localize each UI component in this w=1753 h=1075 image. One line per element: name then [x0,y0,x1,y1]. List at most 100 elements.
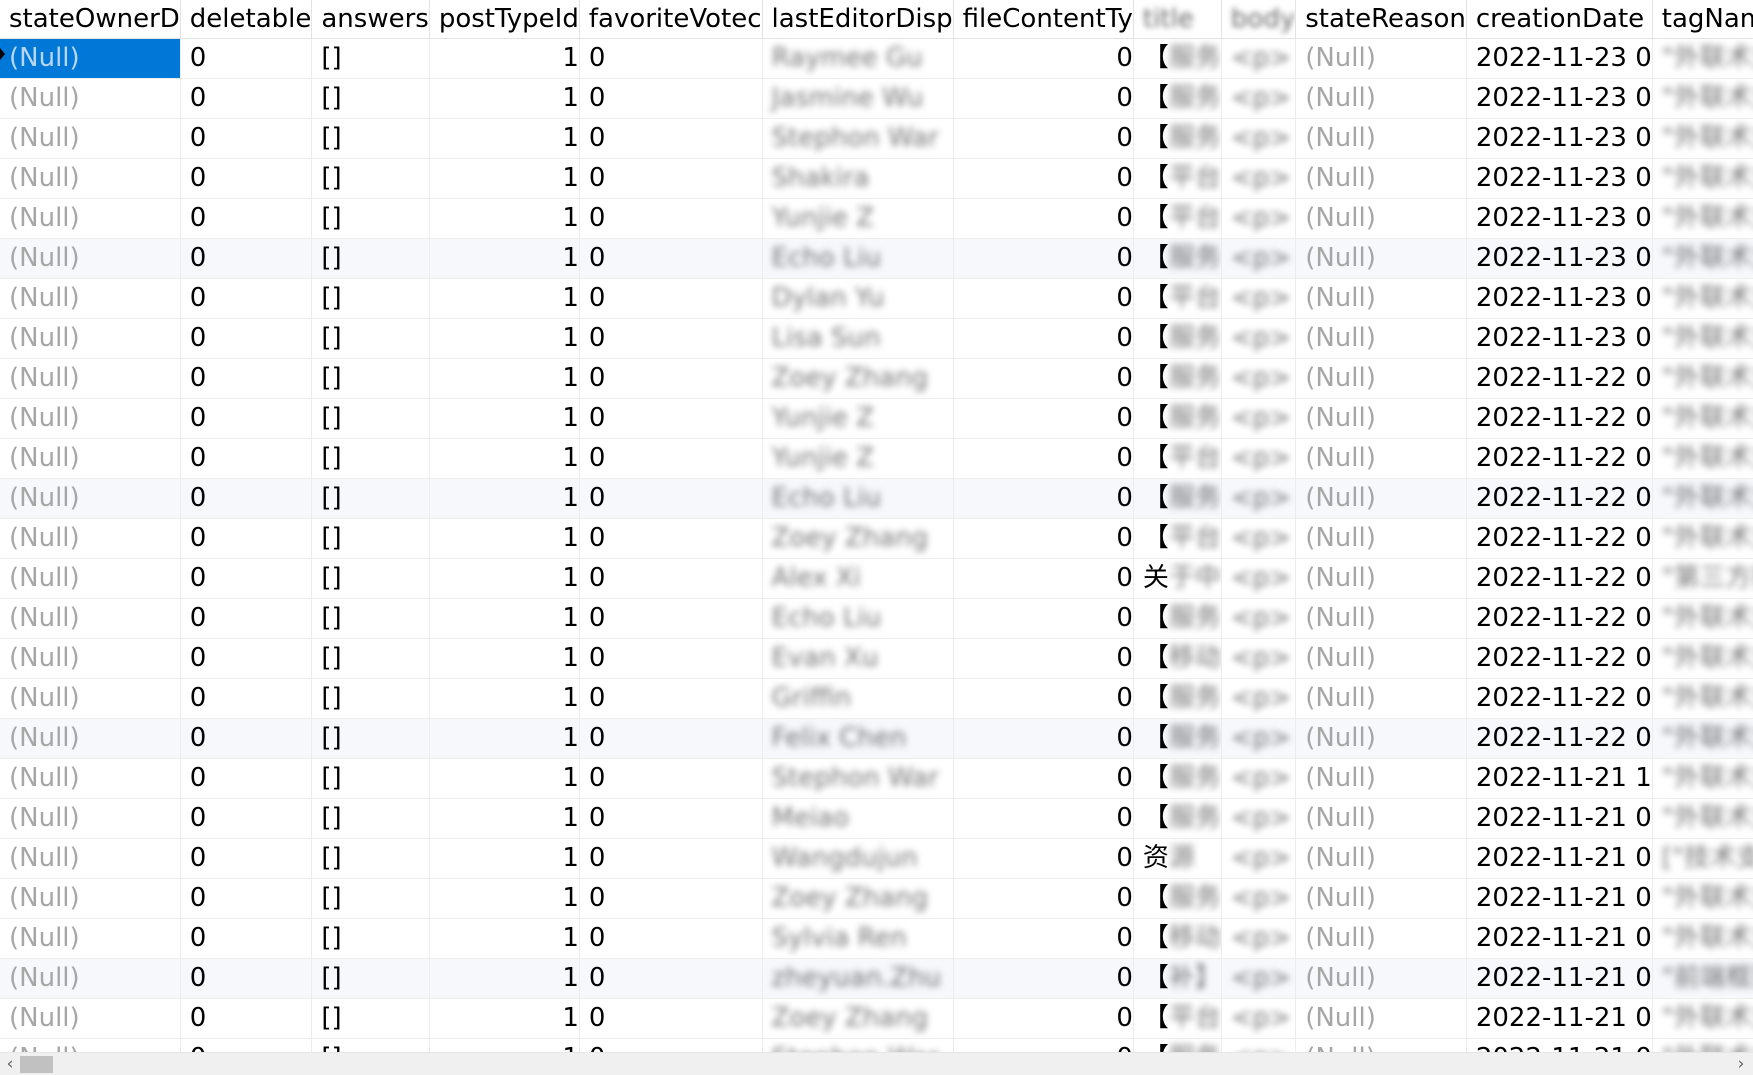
table-row[interactable]: (Null) 0[] 1 0 Sylvia Ren 0 【移动 <p> (Null) 2022-1… [0,918,1753,959]
cell-stateOwner[interactable]: (Null) [0,198,181,239]
cell-tagNames[interactable]: "前端框架", "be 3.1 [1652,958,1753,999]
cell-body[interactable]: <p> [1221,78,1297,119]
cell-stateOwner[interactable]: (Null) [0,758,181,799]
cell-fileContentType[interactable]: 0 [953,678,1134,719]
cell-title[interactable]: 【平台 [1133,518,1222,559]
table-row[interactable]: (Null) 0[] 1 0 zheyuan.Zhu 0 【补】 <p> (Null) 2022-… [0,958,1753,999]
cell-stateReason[interactable]: (Null) [1295,998,1467,1039]
cell-body[interactable]: <p> [1221,638,1297,679]
cell-favoriteVote[interactable]: 0 [579,478,763,519]
cell-stateOwner[interactable]: (Null) [0,238,181,279]
cell-answers[interactable]: [] [311,838,430,879]
cell-deletable[interactable]: 0 [180,158,313,199]
cell-stateReason[interactable]: (Null) [1295,478,1467,519]
cell-fileContentType[interactable]: 0 [953,998,1134,1039]
cell-tagNames[interactable]: "外联术支持" [1652,598,1753,639]
cell-stateReason[interactable]: (Null) [1295,798,1467,839]
cell-title[interactable]: 【服务 [1133,318,1222,359]
cell-stateReason[interactable]: (Null) [1295,838,1467,879]
cell-tagNames[interactable]: "外联术支持" [1652,198,1753,239]
cell-lastEditor[interactable]: Echo Liu [762,238,954,279]
cell-tagNames[interactable]: "外联术支持" [1652,238,1753,279]
cell-body[interactable]: <p> [1221,518,1297,559]
scroll-left-arrow-icon[interactable]: ‹ [0,1055,20,1074]
cell-body[interactable]: <p> [1221,38,1297,79]
cell-postTypeId[interactable]: 1 [429,238,580,279]
cell-postTypeId[interactable]: 1 [429,998,580,1039]
cell-body[interactable]: <p> [1221,718,1297,759]
cell-postTypeId[interactable]: 1 [429,638,580,679]
cell-favoriteVote[interactable]: 0 [579,918,763,959]
cell-favoriteVote[interactable]: 0 [579,318,763,359]
cell-lastEditor[interactable]: Dylan Yu [762,278,954,319]
cell-fileContentType[interactable]: 0 [953,398,1134,439]
cell-answers[interactable]: [] [311,438,430,479]
cell-deletable[interactable]: 0 [180,998,313,1039]
cell-lastEditor[interactable]: Zoey Zhang [762,358,954,399]
table-row[interactable]: (Null)0[]10Stephon War0【服务<p>(Null)2022-… [0,1038,1753,1052]
cell-favoriteVote[interactable]: 0 [579,118,763,159]
cell-title[interactable]: 【平台 [1133,198,1222,239]
cell-body[interactable]: <p> [1221,158,1297,199]
cell-stateReason[interactable]: (Null) [1295,118,1467,159]
cell-title[interactable]: 资源 [1133,838,1222,879]
table-row[interactable]: (Null) 0[] 1 0 Felix Chen 0 【服务 <p> (Null) 2022-1… [0,718,1753,759]
cell-deletable[interactable]: 0 [180,678,313,719]
cell-stateOwner[interactable]: (Null) [0,478,181,519]
cell-body[interactable]: <p> [1221,598,1297,639]
cell-favoriteVote[interactable]: 0 [579,278,763,319]
cell-stateOwner[interactable]: (Null) [0,878,181,919]
cell-creationDate[interactable]: 2022-11-21 0 [1466,798,1653,839]
cell-tagNames[interactable]: "外联术支持" [1652,278,1753,319]
cell-answers[interactable]: [] [311,718,430,759]
cell-creationDate[interactable]: 2022-11-21 0 [1466,1038,1653,1052]
cell-creationDate[interactable]: 2022-11-22 0 [1466,678,1653,719]
cell-fileContentType[interactable]: 0 [953,438,1134,479]
cell-body[interactable]: <p> [1221,798,1297,839]
cell-answers[interactable]: [] [311,638,430,679]
cell-title[interactable]: 【平台 [1133,438,1222,479]
table-row[interactable]: (Null) 0[] 1 0 Yunjie Z 0 【平台 <p> (Null) 2022-11-… [0,438,1753,479]
cell-creationDate[interactable]: 2022-11-22 0 [1466,638,1653,679]
cell-stateReason[interactable]: (Null) [1295,758,1467,799]
cell-favoriteVote[interactable]: 0 [579,398,763,439]
cell-lastEditor[interactable]: Shakira [762,158,954,199]
cell-fileContentType[interactable]: 0 [953,1038,1134,1052]
cell-deletable[interactable]: 0 [180,358,313,399]
cell-tagNames[interactable]: "外联术支持" [1652,718,1753,759]
cell-answers[interactable]: [] [311,678,430,719]
cell-deletable[interactable]: 0 [180,398,313,439]
cell-deletable[interactable]: 0 [180,38,313,79]
cell-postTypeId[interactable]: 1 [429,678,580,719]
cell-title[interactable]: 【补】 [1133,958,1222,999]
cell-stateReason[interactable]: (Null) [1295,398,1467,439]
cell-deletable[interactable]: 0 [180,878,313,919]
cell-stateOwner[interactable]: (Null) [0,318,181,359]
cell-postTypeId[interactable]: 1 [429,838,580,879]
cell-tagNames[interactable]: "外联术支持" [1652,798,1753,839]
cell-title[interactable]: 【移动 [1133,918,1222,959]
cell-fileContentType[interactable]: 0 [953,718,1134,759]
cell-creationDate[interactable]: 2022-11-23 0 [1466,278,1653,319]
column-header-fileContentType[interactable]: fileContentTy [953,0,1134,39]
cell-stateReason[interactable]: (Null) [1295,678,1467,719]
cell-deletable[interactable]: 0 [180,638,313,679]
table-row[interactable]: (Null) 0[] 1 0 Meiao 0 【服务 <p> (Null) 2022-11-21 … [0,798,1753,839]
cell-lastEditor[interactable]: Griffin [762,678,954,719]
cell-fileContentType[interactable]: 0 [953,918,1134,959]
column-header-deletable[interactable]: deletable [180,0,313,39]
cell-postTypeId[interactable]: 1 [429,318,580,359]
cell-postTypeId[interactable]: 1 [429,598,580,639]
cell-stateOwner[interactable]: (Null) [0,958,181,999]
cell-tagNames[interactable]: "外联术支持" [1652,158,1753,199]
cell-title[interactable]: 【服务 [1133,1038,1222,1052]
cell-answers[interactable]: [] [311,518,430,559]
cell-body[interactable]: <p> [1221,558,1297,599]
cell-deletable[interactable]: 0 [180,758,313,799]
cell-body[interactable]: <p> [1221,678,1297,719]
cell-tagNames[interactable]: "外联术支持" [1652,478,1753,519]
cell-body[interactable]: <p> [1221,358,1297,399]
cell-fileContentType[interactable]: 0 [953,198,1134,239]
cell-tagNames[interactable]: "外联术支持" [1652,758,1753,799]
cell-lastEditor[interactable]: Sylvia Ren [762,918,954,959]
